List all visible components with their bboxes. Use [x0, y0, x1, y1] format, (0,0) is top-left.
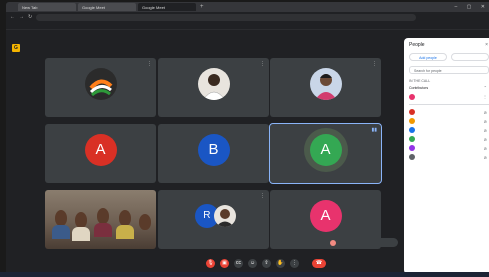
avatar: A	[309, 199, 342, 232]
raise-hand-icon[interactable]: ✋	[276, 259, 285, 268]
mic-off-icon: ⊘	[483, 109, 487, 115]
add-people-button[interactable]: Add people	[409, 53, 447, 61]
more-options-icon[interactable]: ⋮	[372, 61, 377, 67]
emoji-icon[interactable]: ☺	[248, 259, 257, 268]
avatar: A	[309, 133, 342, 166]
window-controls[interactable]: – ▢ ✕	[455, 4, 489, 10]
back-icon[interactable]: ←	[10, 14, 15, 20]
end-call-button[interactable]: ☎	[312, 259, 326, 268]
avatar	[409, 136, 415, 142]
participant-row[interactable]: ⋮	[409, 92, 489, 101]
bookmarks-bar	[6, 22, 489, 30]
mic-off-icon: ⊘	[483, 145, 487, 151]
avatar	[309, 67, 342, 100]
participant-row[interactable]: ⊘	[409, 126, 489, 135]
participant-tile-speaking[interactable]: A ▮▮	[269, 123, 382, 184]
panel-title: People	[409, 42, 425, 48]
participant-tile[interactable]: ⋮	[270, 58, 381, 117]
os-taskbar	[0, 272, 489, 277]
participant-row[interactable]: ⊘	[409, 117, 489, 126]
browser-tab[interactable]: Google Meet	[78, 3, 136, 11]
avatar	[409, 145, 415, 151]
avatar	[409, 109, 415, 115]
more-options-icon[interactable]: ⋮	[147, 61, 152, 67]
avatar	[409, 93, 415, 100]
close-icon[interactable]: ×	[485, 42, 488, 48]
avatar	[84, 67, 117, 100]
contributors-row[interactable]: Contributors ⌃	[409, 83, 489, 92]
browser-tab-active[interactable]: Google Meet	[138, 3, 196, 11]
mic-off-icon[interactable]: 🎙	[206, 259, 215, 268]
avatar: B	[197, 133, 230, 166]
participant-video-tile[interactable]	[45, 190, 156, 249]
flag-emblem-icon	[88, 79, 112, 97]
more-options-icon[interactable]: ⋮	[260, 193, 265, 199]
reload-icon[interactable]: ↻	[28, 14, 32, 20]
chevron-up-icon[interactable]: ⌃	[484, 85, 487, 90]
presenting-chip[interactable]	[328, 238, 398, 247]
mic-off-icon: ⊘	[483, 154, 487, 160]
more-options-icon[interactable]: ⋮	[260, 61, 265, 67]
forward-icon[interactable]: →	[19, 14, 24, 20]
participant-tile[interactable]: A	[45, 124, 156, 183]
mic-off-icon: ⊘	[483, 118, 487, 124]
avatar	[409, 118, 415, 124]
avatar	[409, 154, 415, 160]
divider	[409, 104, 489, 105]
participant-row[interactable]: ⊘	[409, 135, 489, 144]
participant-tile[interactable]: R ⋮	[158, 190, 269, 249]
browser-window: New Tab Google Meet Google Meet + – ▢ ✕ …	[6, 2, 489, 274]
search-input[interactable]: Search for people	[409, 66, 489, 74]
avatar: A	[84, 133, 117, 166]
camera-off-icon[interactable]: ▣	[220, 259, 229, 268]
participant-tile[interactable]: ⋮	[158, 58, 269, 117]
meet-logo-icon: G	[12, 44, 20, 52]
meet-stage: G ⋮ ⋮ ⋮ A B A ▮▮ R ⋮ A	[6, 30, 401, 274]
people-panel: People × Add people Search for people IN…	[404, 38, 489, 274]
avatar	[409, 127, 415, 133]
new-tab-icon[interactable]: +	[200, 4, 204, 10]
browser-tab[interactable]: New Tab	[18, 3, 76, 11]
participant-row[interactable]: ⊘	[409, 153, 489, 162]
avatar-photo	[213, 204, 236, 227]
more-options-icon[interactable]: ⋮	[290, 259, 299, 268]
present-screen-icon[interactable]: ⇧	[262, 259, 271, 268]
url-field[interactable]	[36, 13, 417, 21]
captions-icon[interactable]: cc	[234, 259, 243, 268]
participant-row[interactable]: ⊘	[409, 108, 489, 117]
tab-bar: New Tab Google Meet Google Meet + – ▢ ✕	[6, 2, 489, 12]
address-bar-row: ← → ↻	[6, 12, 489, 22]
avatar	[197, 67, 230, 100]
participant-tile[interactable]: B	[158, 124, 269, 183]
host-controls-button[interactable]	[451, 53, 489, 61]
more-options-icon[interactable]: ⋮	[483, 94, 487, 99]
participant-tile[interactable]: ⋮	[45, 58, 156, 117]
participant-row[interactable]: ⊘	[409, 144, 489, 153]
mic-off-icon: ⊘	[483, 127, 487, 133]
mic-off-icon: ⊘	[483, 136, 487, 142]
presenter-avatar	[330, 239, 336, 246]
audio-level-icon: ▮▮	[371, 127, 377, 133]
